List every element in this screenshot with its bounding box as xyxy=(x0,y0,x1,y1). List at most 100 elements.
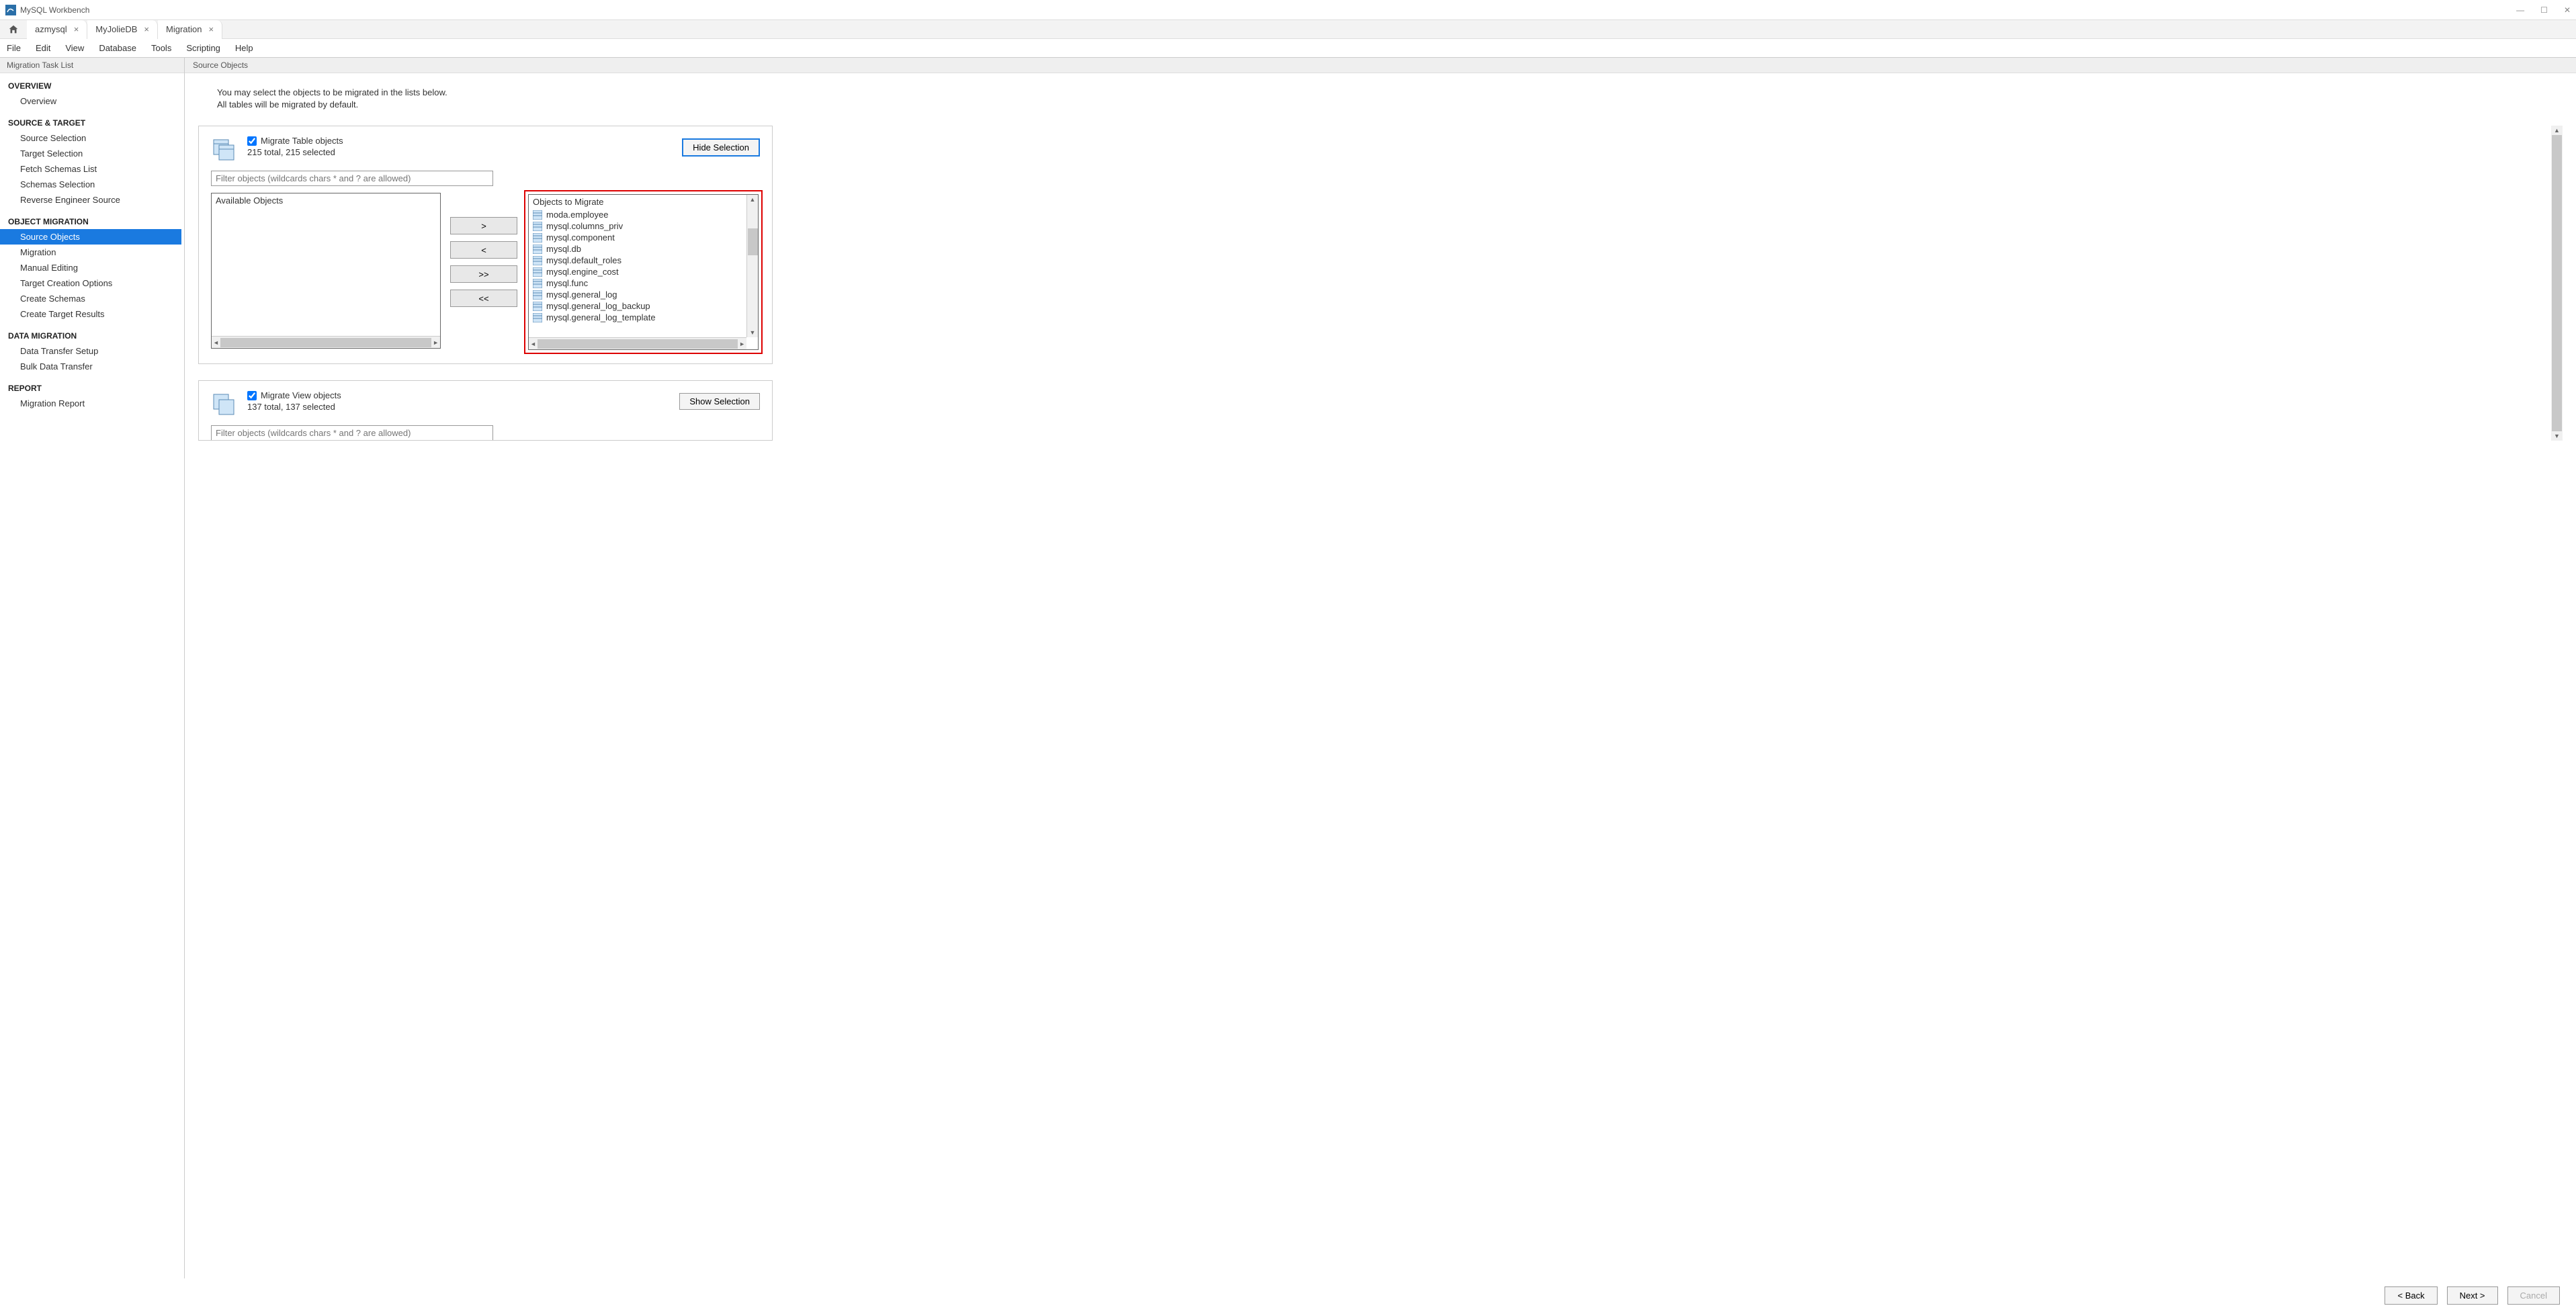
scroll-down-icon[interactable]: ▼ xyxy=(750,328,756,337)
list-item[interactable]: mysql.general_log_backup xyxy=(529,300,758,312)
scroll-down-icon[interactable]: ▼ xyxy=(2554,433,2560,439)
scroll-right-icon[interactable]: ► xyxy=(739,341,745,347)
sidebar-item-reverse-engineer[interactable]: Reverse Engineer Source xyxy=(8,192,184,208)
menu-scripting[interactable]: Scripting xyxy=(186,43,220,53)
sidebar-item-fetch-schemas[interactable]: Fetch Schemas List xyxy=(8,161,184,177)
sidebar-item-overview[interactable]: Overview xyxy=(8,93,184,109)
next-button[interactable]: Next > xyxy=(2447,1286,2498,1305)
available-objects-header: Available Objects xyxy=(212,193,440,208)
sidebar-item-manual-editing[interactable]: Manual Editing xyxy=(8,260,184,275)
list-item-label: mysql.db xyxy=(546,244,581,254)
list-item[interactable]: mysql.component xyxy=(529,232,758,243)
sidebar-item-create-target-results[interactable]: Create Target Results xyxy=(8,306,184,322)
migrate-view-checkbox-row[interactable]: Migrate View objects xyxy=(247,390,341,400)
filter-input-views[interactable] xyxy=(211,425,493,441)
list-item[interactable]: mysql.default_roles xyxy=(529,255,758,266)
app-icon xyxy=(5,5,16,15)
tab-migration[interactable]: Migration × xyxy=(158,20,222,39)
list-item-label: mysql.general_log xyxy=(546,290,617,300)
list-item[interactable]: mysql.columns_priv xyxy=(529,220,758,232)
back-button[interactable]: < Back xyxy=(2385,1286,2437,1305)
sidebar-item-target-creation[interactable]: Target Creation Options xyxy=(8,275,184,291)
show-selection-button[interactable]: Show Selection xyxy=(679,393,760,410)
list-item[interactable]: moda.employee xyxy=(529,209,758,220)
list-item[interactable]: mysql.general_log_template xyxy=(529,312,758,323)
migrate-view-panel: Show Selection Migrate View objects 137 … xyxy=(198,380,773,441)
scroll-up-icon[interactable]: ▲ xyxy=(2554,127,2560,134)
sidebar-section-object-migration: OBJECT MIGRATION xyxy=(8,213,184,229)
list-item[interactable]: mysql.general_log xyxy=(529,289,758,300)
minimize-icon[interactable]: — xyxy=(2516,5,2524,15)
menu-tools[interactable]: Tools xyxy=(151,43,171,53)
tab-myjoliedb[interactable]: MyJolieDB × xyxy=(87,20,158,39)
table-icon xyxy=(533,279,542,288)
list-item[interactable]: mysql.db xyxy=(529,243,758,255)
window-title: MySQL Workbench xyxy=(20,5,2516,15)
list-item[interactable]: mysql.engine_cost xyxy=(529,266,758,277)
scroll-left-icon[interactable]: ◄ xyxy=(530,341,536,347)
available-objects-list[interactable]: Available Objects ◄ ► xyxy=(211,193,441,349)
migrate-table-count: 215 total, 215 selected xyxy=(247,147,343,157)
list-item-label: moda.employee xyxy=(546,210,609,220)
migrate-view-checkbox[interactable] xyxy=(247,391,257,400)
move-all-right-button[interactable]: >> xyxy=(450,265,517,283)
hide-selection-button[interactable]: Hide Selection xyxy=(682,138,760,157)
sidebar-item-target-selection[interactable]: Target Selection xyxy=(8,146,184,161)
cancel-button[interactable]: Cancel xyxy=(2507,1286,2560,1305)
highlighted-region: Objects to Migrate moda.employeemysql.co… xyxy=(527,193,760,351)
views-icon xyxy=(211,390,239,419)
sidebar-item-migration-report[interactable]: Migration Report xyxy=(8,396,184,411)
sidebar-item-schemas-selection[interactable]: Schemas Selection xyxy=(8,177,184,192)
menu-edit[interactable]: Edit xyxy=(36,43,50,53)
scroll-left-icon[interactable]: ◄ xyxy=(213,339,219,346)
list-item[interactable]: mysql.func xyxy=(529,277,758,289)
move-right-button[interactable]: > xyxy=(450,217,517,234)
scroll-right-icon[interactable]: ► xyxy=(433,339,439,346)
sidebar-item-migration[interactable]: Migration xyxy=(8,245,184,260)
table-icon xyxy=(533,302,542,311)
list-item-label: mysql.func xyxy=(546,278,588,288)
sidebar-item-create-schemas[interactable]: Create Schemas xyxy=(8,291,184,306)
menu-file[interactable]: File xyxy=(7,43,21,53)
content-header: Source Objects xyxy=(185,58,2576,73)
objects-to-migrate-header: Objects to Migrate xyxy=(529,195,758,209)
objects-to-migrate-list[interactable]: Objects to Migrate moda.employeemysql.co… xyxy=(528,194,759,350)
scroll-up-icon[interactable]: ▲ xyxy=(750,195,756,204)
sidebar-item-bulk-data-transfer[interactable]: Bulk Data Transfer xyxy=(8,359,184,374)
close-icon[interactable]: × xyxy=(74,24,79,34)
close-icon[interactable]: ✕ xyxy=(2564,5,2571,15)
move-left-button[interactable]: < xyxy=(450,241,517,259)
intro-line-2: All tables will be migrated by default. xyxy=(217,99,2563,111)
sidebar-header-label: Migration Task List xyxy=(7,60,73,70)
sidebar-section-overview: OVERVIEW xyxy=(8,77,184,93)
table-icon xyxy=(533,245,542,254)
tab-label: azmysql xyxy=(35,24,67,34)
close-icon[interactable]: × xyxy=(208,24,214,34)
sidebar-item-source-selection[interactable]: Source Selection xyxy=(8,130,184,146)
migrate-table-label: Migrate Table objects xyxy=(261,136,343,146)
menu-database[interactable]: Database xyxy=(99,43,136,53)
move-all-left-button[interactable]: << xyxy=(450,290,517,307)
content: Source Objects You may select the object… xyxy=(185,58,2576,1278)
tab-azmysql[interactable]: azmysql × xyxy=(27,20,87,39)
close-icon[interactable]: × xyxy=(144,24,149,34)
scrollbar-vertical[interactable]: ▲ ▼ xyxy=(746,195,758,337)
menu-view[interactable]: View xyxy=(65,43,84,53)
menu-help[interactable]: Help xyxy=(235,43,253,53)
maximize-icon[interactable]: ☐ xyxy=(2540,5,2548,15)
migrate-table-checkbox-row[interactable]: Migrate Table objects xyxy=(247,136,343,146)
table-icon xyxy=(533,256,542,265)
tab-label: MyJolieDB xyxy=(95,24,137,34)
filter-input-tables[interactable] xyxy=(211,171,493,186)
wizard-footer: < Back Next > Cancel xyxy=(0,1278,2576,1312)
migrate-table-panel: Hide Selection Migrate Table objects 215… xyxy=(198,126,773,364)
panel-scrollbar-vertical[interactable]: ▲ ▼ xyxy=(2551,126,2563,441)
scrollbar-horizontal[interactable]: ◄ ► xyxy=(212,336,440,348)
menu-bar: File Edit View Database Tools Scripting … xyxy=(0,39,2576,58)
scrollbar-horizontal[interactable]: ◄ ► xyxy=(529,337,746,349)
sidebar-item-data-transfer-setup[interactable]: Data Transfer Setup xyxy=(8,343,184,359)
sidebar-item-source-objects[interactable]: Source Objects xyxy=(0,229,181,245)
migrate-table-checkbox[interactable] xyxy=(247,136,257,146)
home-icon[interactable] xyxy=(7,23,20,36)
tables-icon xyxy=(211,136,239,164)
